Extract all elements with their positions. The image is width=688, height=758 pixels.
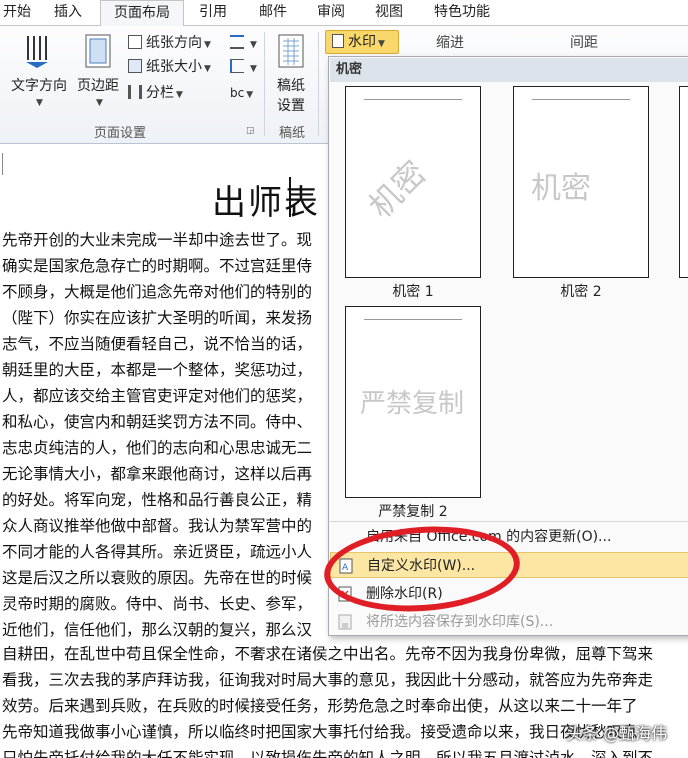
spacing-label: 间距 xyxy=(570,35,598,51)
draft-paper-label-line1: 稿纸 xyxy=(277,78,305,94)
columns-icon xyxy=(128,85,142,99)
menu-item-label: 将所选内容保存到水印库(S)... xyxy=(366,614,554,630)
hyphenation-icon: bc xyxy=(230,86,245,100)
draft-paper-label-line2: 设置 xyxy=(277,98,305,114)
watermark-thumb-label: 机密 2 xyxy=(560,284,602,300)
ribbon-tab-bar: 开始 插入 页面布局 引用 邮件 审阅 视图 特色功能 xyxy=(0,0,688,27)
watermark-preview-text: 机密 xyxy=(361,153,434,226)
draft-paper-icon xyxy=(278,34,304,68)
group-separator xyxy=(264,32,265,136)
columns-label: 分栏 xyxy=(146,85,174,101)
paper-size-label: 纸张大小 xyxy=(146,59,202,75)
watermark-thumb-confidential-2[interactable]: 机密 xyxy=(513,86,649,278)
draft-paper-button[interactable]: 稿纸 设置 xyxy=(268,30,314,120)
dialog-launcher-icon[interactable]: ◲ xyxy=(246,126,255,136)
margin-marker xyxy=(2,153,3,175)
chevron-down-icon: ▼ xyxy=(176,90,183,100)
header-line xyxy=(364,319,462,320)
watermark-thumb-label: 严禁复制 2 xyxy=(378,504,448,520)
chevron-down-icon: ▼ xyxy=(96,98,103,108)
text-cursor xyxy=(289,177,291,217)
text-direction-button[interactable]: 文字方向 ▼ xyxy=(4,30,70,124)
chevron-down-icon: ▼ xyxy=(250,64,257,74)
chevron-down-icon: ▼ xyxy=(246,90,254,100)
margins-button[interactable]: 页边距 ▼ xyxy=(72,30,124,124)
watermark-preview-text: 严禁复制 xyxy=(360,389,465,419)
document-text-line[interactable]: 效劳。后来遇到兵败，在兵败的时候接受任务，形势危急之时奉命出使，从这以来二十一年… xyxy=(2,693,688,719)
menu-item-save-to-gallery: 将所选内容保存到水印库(S)... xyxy=(330,609,688,635)
group-label-draft: 稿纸 xyxy=(278,126,305,141)
line-numbers-icon xyxy=(230,59,244,73)
paper-size-button[interactable]: 纸张大小 ▼ xyxy=(128,56,211,78)
document-title[interactable]: 出师表 xyxy=(212,175,320,224)
tab-special-features[interactable]: 特色功能 xyxy=(424,0,500,26)
chevron-down-icon: ▼ xyxy=(250,40,257,50)
chevron-down-icon: ▼ xyxy=(36,98,43,108)
watermark-thumb-confidential-1[interactable]: 机密 xyxy=(345,86,481,278)
hyphenation-button[interactable]: bc ▼ xyxy=(230,82,253,104)
margins-icon xyxy=(85,34,111,68)
watermark-button[interactable]: 水印 ▼ xyxy=(325,30,399,54)
tab-view[interactable]: 视图 xyxy=(366,0,412,26)
watermark-icon xyxy=(332,34,344,48)
document-text-line[interactable]: 自耕田，在乱世中苟且保全性命，不奢求在诸侯之中出名。先帝不因为我身份卑微，屈尊下… xyxy=(2,641,688,667)
paper-orientation-button[interactable]: 纸张方向 ▼ xyxy=(128,32,211,54)
credit-watermark: 头条 @甄海伟 xyxy=(566,724,668,743)
chevron-down-icon: ▼ xyxy=(378,39,385,49)
margins-label: 页边距 xyxy=(77,78,119,94)
menu-divider xyxy=(330,521,688,522)
breaks-icon xyxy=(230,35,244,49)
gallery-section-header: 机密 xyxy=(330,58,688,82)
tab-insert[interactable]: 插入 xyxy=(46,0,90,26)
tab-mailings[interactable]: 邮件 xyxy=(250,0,296,26)
header-line xyxy=(364,99,462,100)
header-line xyxy=(532,99,630,100)
columns-button[interactable]: 分栏 ▼ xyxy=(128,82,183,104)
document-text-line[interactable]: 只怕先帝托付给我的大任不能实现，以致损伤先帝的知人之明，所以我五月渡过泸水，深入… xyxy=(2,745,688,758)
chevron-down-icon: ▼ xyxy=(204,64,211,74)
tab-review[interactable]: 审阅 xyxy=(308,0,354,26)
watermark-thumb-partial[interactable] xyxy=(679,86,688,278)
tab-references[interactable]: 引用 xyxy=(190,0,236,26)
breaks-button[interactable]: ▼ xyxy=(230,32,257,54)
chevron-down-icon: ▼ xyxy=(204,40,211,50)
save-to-gallery-icon xyxy=(338,614,352,630)
text-direction-icon xyxy=(26,36,48,68)
group-label-page-setup: 页面设置 xyxy=(93,126,146,141)
paper-size-icon xyxy=(128,59,142,73)
watermark-preview-text: 机密 xyxy=(531,171,591,206)
watermark-thumb-label: 机密 1 xyxy=(392,284,434,300)
document-text-line[interactable]: 看我，三次去我的茅庐拜访我，征询我对时局大事的意见，我因此十分感动，就答应为先帝… xyxy=(2,667,688,693)
watermark-thumb-no-copy-2[interactable]: 严禁复制 xyxy=(345,306,481,498)
indent-label: 缩进 xyxy=(436,35,464,51)
line-numbers-button[interactable]: ▼ xyxy=(230,56,257,78)
tab-home[interactable]: 开始 xyxy=(0,0,34,26)
watermark-button-label: 水印 xyxy=(348,34,376,50)
orientation-icon xyxy=(128,35,142,49)
text-direction-label: 文字方向 xyxy=(11,78,67,94)
paper-orientation-label: 纸张方向 xyxy=(146,35,202,51)
group-separator xyxy=(318,32,319,136)
tab-page-layout[interactable]: 页面布局 xyxy=(100,0,184,27)
